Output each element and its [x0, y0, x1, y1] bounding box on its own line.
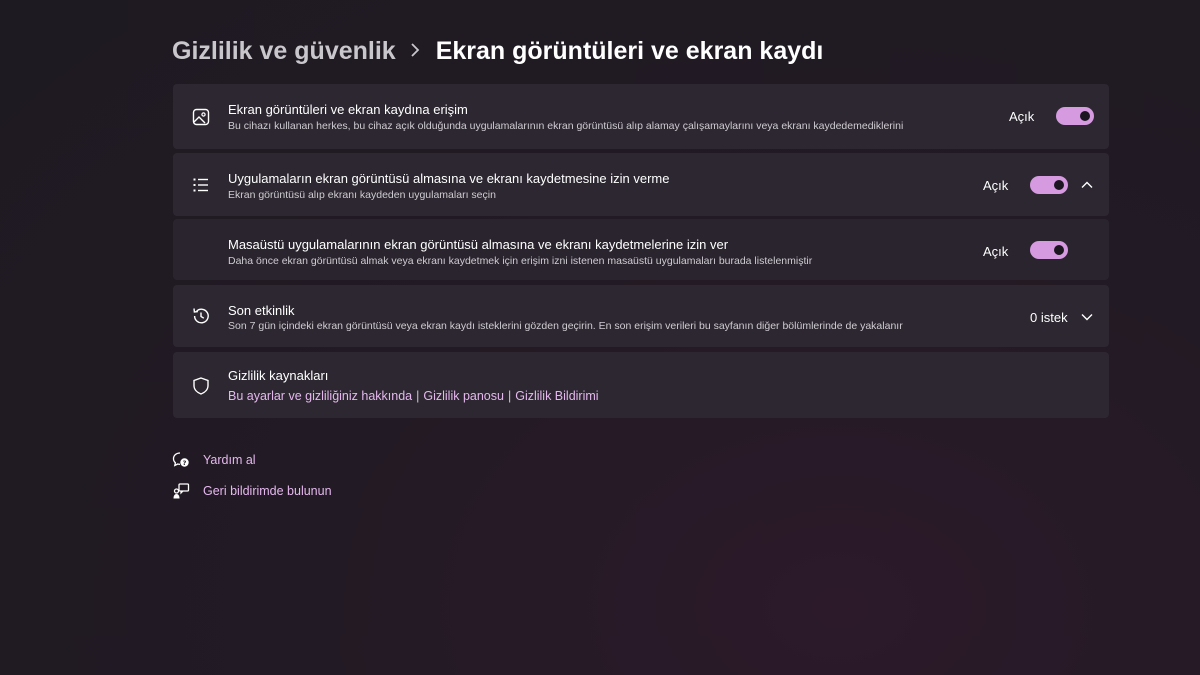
image-icon [191, 107, 211, 127]
help-icon: ? [172, 451, 190, 469]
setting-card-apps[interactable]: Uygulamaların ekran görüntüsü almasına v… [173, 153, 1109, 216]
apps-toggle[interactable] [1030, 176, 1068, 194]
card-title: Uygulamaların ekran görüntüsü almasına v… [228, 171, 670, 186]
card-description: Bu cihazı kullanan herkes, bu cihaz açık… [228, 120, 904, 132]
link-privacy-dashboard[interactable]: Gizlilik panosu [423, 389, 504, 403]
card-title: Son etkinlik [228, 303, 295, 318]
link-separator: | [507, 389, 512, 403]
card-description: Son 7 gün içindeki ekran görüntüsü veya … [228, 320, 903, 332]
feedback-label: Geri bildirimde bulunun [203, 484, 332, 498]
card-title: Ekran görüntüleri ve ekran kaydına erişi… [228, 102, 468, 117]
link-separator: | [416, 389, 420, 403]
access-toggle[interactable] [1056, 107, 1094, 125]
toggle-state-label: Açık [983, 178, 1009, 193]
setting-card-recent-activity[interactable]: Son etkinlik Son 7 gün içindeki ekran gö… [173, 285, 1109, 347]
desktop-apps-toggle[interactable] [1030, 241, 1068, 259]
toggle-knob [1080, 111, 1090, 121]
setting-card-access: Ekran görüntüleri ve ekran kaydına erişi… [173, 84, 1109, 149]
card-description: Daha önce ekran görüntüsü almak veya ekr… [228, 255, 813, 267]
chevron-up-icon[interactable] [1080, 178, 1094, 192]
request-count: 0 istek [1030, 310, 1068, 325]
card-description: Ekran görüntüsü alıp ekranı kaydeden uyg… [228, 189, 496, 201]
page-title: Ekran görüntüleri ve ekran kaydı [435, 36, 824, 65]
svg-text:?: ? [183, 459, 187, 467]
toggle-knob [1054, 180, 1064, 190]
feedback-link[interactable]: Geri bildirimde bulunun [172, 482, 332, 500]
setting-card-privacy-resources: Gizlilik kaynakları Bu ayarlar ve gizlil… [173, 352, 1109, 418]
link-privacy-statement[interactable]: Gizlilik Bildirimi [515, 389, 598, 403]
breadcrumb: Gizlilik ve güvenlik Ekran görüntüleri v… [172, 34, 823, 68]
privacy-links: Bu ayarlar ve gizliliğiniz hakkında | Gi… [228, 389, 599, 403]
list-icon [191, 175, 211, 195]
breadcrumb-parent[interactable]: Gizlilik ve güvenlik [172, 37, 396, 66]
link-about-settings[interactable]: Bu ayarlar ve gizliliğiniz hakkında [228, 389, 412, 403]
toggle-state-label: Açık [983, 244, 1009, 259]
toggle-knob [1054, 245, 1064, 255]
get-help-link[interactable]: ? Yardım al [172, 451, 256, 469]
shield-icon [191, 376, 211, 396]
feedback-icon [172, 482, 190, 500]
setting-card-desktop-apps: Masaüstü uygulamalarının ekran görüntüsü… [173, 219, 1109, 280]
history-icon [191, 306, 211, 326]
get-help-label: Yardım al [203, 453, 256, 467]
card-title: Masaüstü uygulamalarının ekran görüntüsü… [228, 237, 729, 252]
chevron-right-icon [410, 41, 420, 62]
chevron-down-icon[interactable] [1080, 310, 1094, 324]
card-title: Gizlilik kaynakları [228, 368, 329, 383]
toggle-state-label: Açık [1009, 109, 1035, 124]
